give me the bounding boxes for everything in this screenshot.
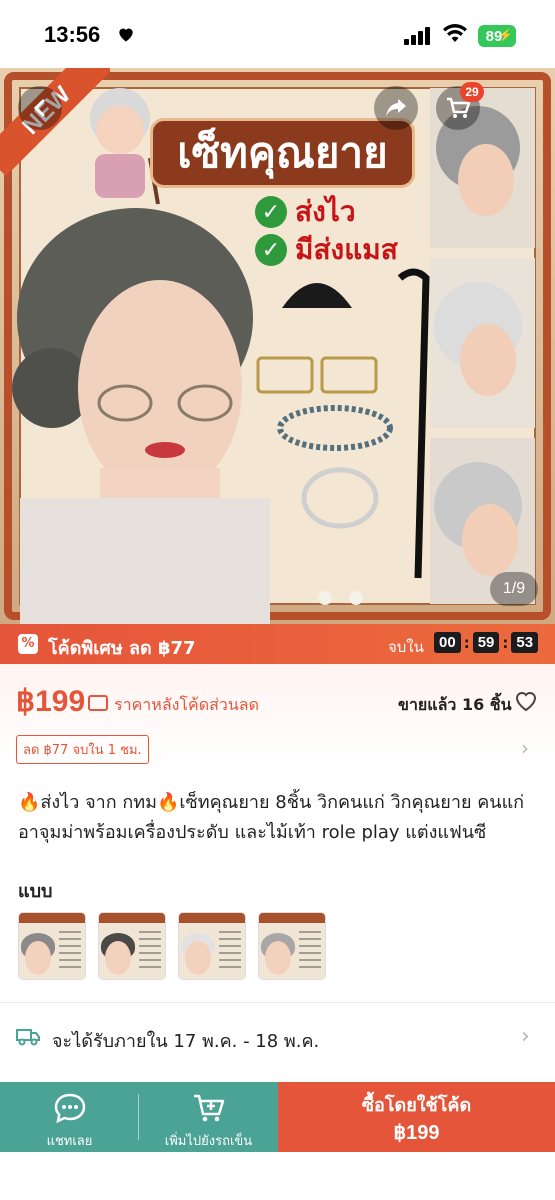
variant-text-lines: [139, 931, 161, 971]
variant-face: [25, 941, 51, 975]
product-description: 🔥ส่งไว จาก กทม🔥เซ็ทคุณยาย 8ชิ้น วิกคนแก่…: [18, 792, 525, 843]
add-to-cart-label: เพิ่มไปยังรถเข็น: [164, 1134, 253, 1149]
timer-separator: :: [502, 633, 509, 652]
timer-minutes: 59: [472, 632, 500, 653]
variant-thumb-3[interactable]: [178, 912, 246, 980]
variant-header: [19, 913, 85, 923]
status-bar: 13:56 89 ⚡: [0, 0, 555, 68]
variants-label: แบบ: [18, 881, 53, 902]
delivery-estimate: จะได้รับภายใน 17 พ.ค. - 18 พ.ค.: [52, 1031, 320, 1052]
variant-header: [259, 913, 325, 923]
heart-status-icon: [119, 28, 133, 42]
buy-button-price: ฿199: [393, 1122, 440, 1144]
cart-count-badge: 29: [460, 82, 484, 102]
share-icon: [386, 99, 406, 117]
timer-seconds: 53: [511, 632, 539, 653]
chevron-right-icon[interactable]: ›: [521, 736, 529, 760]
signal-icon: [404, 27, 430, 45]
product-image-carousel[interactable]: NEW เซ็ทคุณยาย ✓ ส่งไว ✓ มีส่งแมส 29 1/9: [0, 68, 555, 624]
percent-icon: %: [18, 634, 38, 654]
add-cart-icon: [193, 1094, 224, 1122]
coupon-icon: [88, 695, 108, 711]
variant-header: [99, 913, 165, 923]
variant-face: [105, 941, 131, 975]
countdown-timer: 00 : 59 : 53: [434, 632, 539, 653]
chevron-right-icon: ›: [521, 1024, 530, 1049]
button-separator: [138, 1094, 139, 1140]
check-icon: ✓: [255, 196, 287, 228]
buy-button-title: ซื้อโดยใช้โค้ด: [361, 1095, 472, 1116]
variant-face: [185, 941, 211, 975]
image-counter: 1/9: [490, 572, 538, 606]
hero-check-messenger: ✓ มีส่งแมส: [255, 228, 398, 272]
share-button[interactable]: [374, 86, 418, 130]
sold-count: ขายแล้ว 16 ชิ้น: [398, 695, 512, 714]
charging-icon: ⚡: [498, 28, 513, 42]
check-icon: ✓: [255, 234, 287, 266]
divider: [0, 1002, 555, 1003]
hero-title: เซ็ทคุณยาย: [150, 118, 415, 188]
price-note: ราคาหลังโค้ดส่วนลด: [114, 695, 259, 714]
price-section: ฿199 ราคาหลังโค้ดส่วนลด ขายแล้ว 16 ชิ้น …: [0, 664, 555, 770]
delivery-row[interactable]: จะได้รับภายใน 17 พ.ค. - 18 พ.ค. ›: [0, 1012, 555, 1062]
add-to-cart-button[interactable]: เพิ่มไปยังรถเข็น: [139, 1082, 278, 1152]
price: ฿199: [16, 685, 86, 718]
battery-indicator: 89 ⚡: [478, 25, 516, 47]
buy-with-code-button[interactable]: ซื้อโดยใช้โค้ด ฿199: [278, 1082, 555, 1152]
timer-separator: :: [463, 633, 470, 652]
truck-icon: [16, 1029, 40, 1046]
timer-hours: 00: [434, 632, 461, 653]
variant-header: [179, 913, 245, 923]
status-time: 13:56: [44, 22, 101, 47]
bottom-action-bar: แชทเลย เพิ่มไปยังรถเข็น ซื้อโดยใช้โค้ด ฿…: [0, 1082, 555, 1200]
discount-chip[interactable]: ลด ฿77 จบใน 1 ชม.: [16, 735, 149, 764]
chat-button-label: แชทเลย: [46, 1134, 93, 1149]
chevron-left-icon: [33, 99, 45, 117]
promo-code-label: โค้ดพิเศษ ลด ฿77: [48, 638, 196, 659]
variant-text-lines: [299, 931, 321, 971]
hero-check-messenger-label: มีส่งแมส: [295, 233, 398, 266]
chat-icon: [54, 1093, 85, 1124]
variant-text-lines: [59, 931, 81, 971]
home-indicator-area: [0, 1152, 555, 1200]
variant-thumb-4[interactable]: [258, 912, 326, 980]
product-page: 13:56 89 ⚡ NEW เซ็ทคุณยาย ✓ ส่งไว ✓ มีส่…: [0, 0, 555, 1200]
promo-code-bar[interactable]: % โค้ดพิเศษ ลด ฿77 จบใน 00 : 59 : 53: [0, 624, 555, 664]
promo-ends-label: จบใน: [388, 638, 424, 656]
wifi-icon: [443, 24, 467, 42]
variant-face: [265, 941, 291, 975]
variant-text-lines: [219, 931, 241, 971]
variant-thumb-2[interactable]: [98, 912, 166, 980]
back-button[interactable]: [18, 86, 62, 130]
variant-thumb-1[interactable]: [18, 912, 86, 980]
favorite-heart-icon[interactable]: [514, 690, 538, 712]
variant-list: [18, 912, 326, 980]
chat-button[interactable]: แชทเลย: [0, 1082, 139, 1152]
